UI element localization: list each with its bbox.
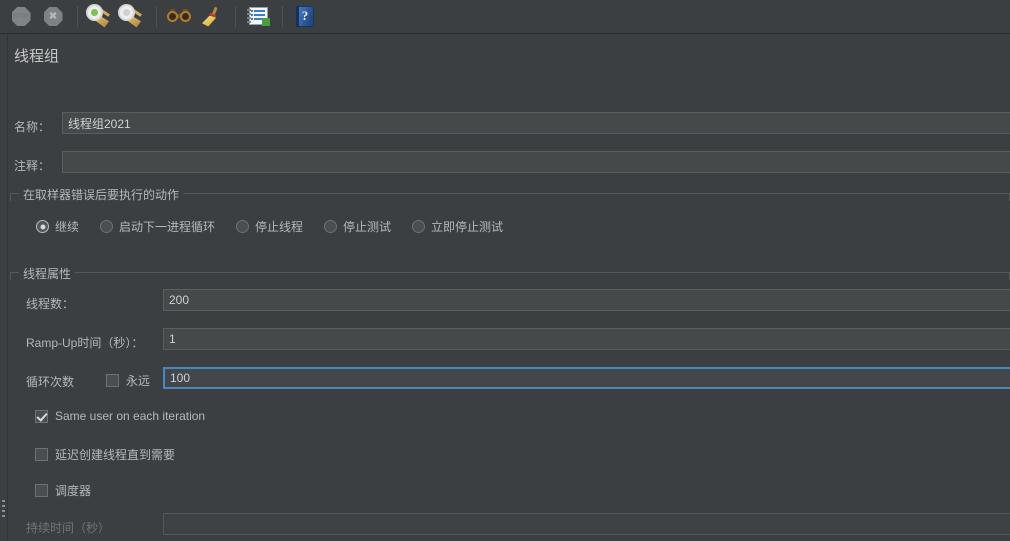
same-user-checkbox-indicator-icon: [35, 409, 48, 423]
help-book-icon: ?: [296, 6, 314, 27]
duration-label: 持续时间（秒）: [26, 521, 111, 535]
sampler-error-action-group: 在取样器错误后要执行的动作 继续 启动下一进程循环 停止线程 停止测试 立即停止…: [10, 186, 1010, 249]
loops-input[interactable]: [163, 367, 1010, 389]
delayed-start-checkbox[interactable]: 延迟创建线程直到需要: [35, 446, 175, 463]
radio-continue-indicator-icon: [36, 220, 49, 233]
shutdown-octagon-icon-glyph: ✖: [48, 10, 58, 22]
radio-stop-test-label: 停止测试: [343, 220, 392, 234]
radio-stop-test-now-label: 立即停止测试: [431, 220, 504, 234]
thread-properties-legend: 线程属性: [19, 265, 76, 282]
start-button[interactable]: [85, 3, 115, 31]
radio-start-next-loop[interactable]: 启动下一进程循环: [100, 218, 215, 235]
radio-stop-test[interactable]: 停止测试: [324, 218, 391, 235]
search-button[interactable]: [164, 3, 194, 31]
delayed-start-checkbox-indicator-icon: [35, 448, 48, 461]
thread-properties-group: 线程属性: [10, 265, 1010, 541]
same-user-label: Same user on each iteration: [55, 409, 206, 423]
scheduler-checkbox-indicator-icon: [35, 484, 48, 497]
loops-forever-label: 永远: [126, 374, 151, 388]
radio-stop-test-now-indicator-icon: [412, 220, 425, 233]
comments-label: 注释：: [14, 159, 51, 173]
name-input[interactable]: [62, 112, 1010, 134]
broom-icon: [200, 6, 222, 28]
stop-octagon-icon: STOP: [11, 7, 31, 26]
same-user-checkbox[interactable]: Same user on each iteration: [35, 409, 205, 423]
gear-broom-green-icon: [88, 5, 112, 29]
rampup-input[interactable]: [163, 328, 1010, 350]
gear-broom-icon: [120, 5, 144, 29]
page-title: 线程组: [14, 48, 60, 65]
radio-stop-thread-label: 停止线程: [255, 220, 304, 234]
help-button[interactable]: ?: [290, 3, 320, 31]
stop-octagon-icon-text: STOP: [13, 13, 29, 20]
function-helper-button[interactable]: [243, 3, 273, 31]
thread-properties-border-left: [10, 272, 11, 280]
group-border-left: [10, 193, 11, 201]
main-toolbar: STOP ✖ ?: [0, 0, 1010, 34]
thread-group-panel: 线程组 名称： 注释： 在取样器错误后要执行的动作 继续 启动下一进程循环 停止…: [0, 34, 1010, 541]
name-label: 名称：: [14, 120, 51, 134]
threads-label: 线程数：: [26, 297, 75, 311]
radio-continue-label: 继续: [55, 220, 80, 234]
thread-properties-border-top: [10, 272, 1010, 273]
split-pane-divider[interactable]: [0, 34, 8, 541]
threads-input[interactable]: [163, 289, 1010, 311]
scheduler-label: 调度器: [55, 484, 92, 498]
toolbar-separator-4: [282, 5, 283, 28]
shutdown-octagon-icon: ✖: [43, 7, 63, 26]
divider-grip-icon: [2, 500, 5, 517]
radio-stop-thread[interactable]: 停止线程: [236, 218, 303, 235]
notepad-list-icon: [247, 7, 270, 26]
toolbar-separator-3: [235, 5, 236, 28]
loops-forever-checkbox-indicator-icon: [106, 374, 119, 387]
sampler-error-action-legend: 在取样器错误后要执行的动作: [19, 186, 184, 203]
radio-start-next-loop-label: 启动下一进程循环: [119, 220, 216, 234]
comments-input[interactable]: [62, 151, 1010, 173]
shutdown-button[interactable]: ✖: [38, 3, 68, 31]
radio-continue[interactable]: 继续: [36, 218, 79, 235]
loops-forever-checkbox[interactable]: 永远: [106, 372, 150, 389]
scheduler-checkbox[interactable]: 调度器: [35, 482, 91, 499]
delayed-start-label: 延迟创建线程直到需要: [55, 448, 176, 462]
new-test-plan-button[interactable]: STOP: [6, 3, 36, 31]
clear-button[interactable]: [196, 3, 226, 31]
radio-start-next-loop-indicator-icon: [100, 220, 113, 233]
toolbar-separator-1: [77, 5, 78, 28]
toolbar-separator-2: [156, 5, 157, 28]
loops-label: 循环次数: [26, 375, 75, 389]
duration-input[interactable]: [163, 513, 1010, 535]
binoculars-icon: [167, 9, 191, 24]
radio-stop-test-now[interactable]: 立即停止测试: [412, 218, 503, 235]
start-no-timers-button[interactable]: [117, 3, 147, 31]
radio-stop-test-indicator-icon: [324, 220, 337, 233]
rampup-label: Ramp-Up时间（秒）：: [26, 336, 144, 350]
radio-stop-thread-indicator-icon: [236, 220, 249, 233]
